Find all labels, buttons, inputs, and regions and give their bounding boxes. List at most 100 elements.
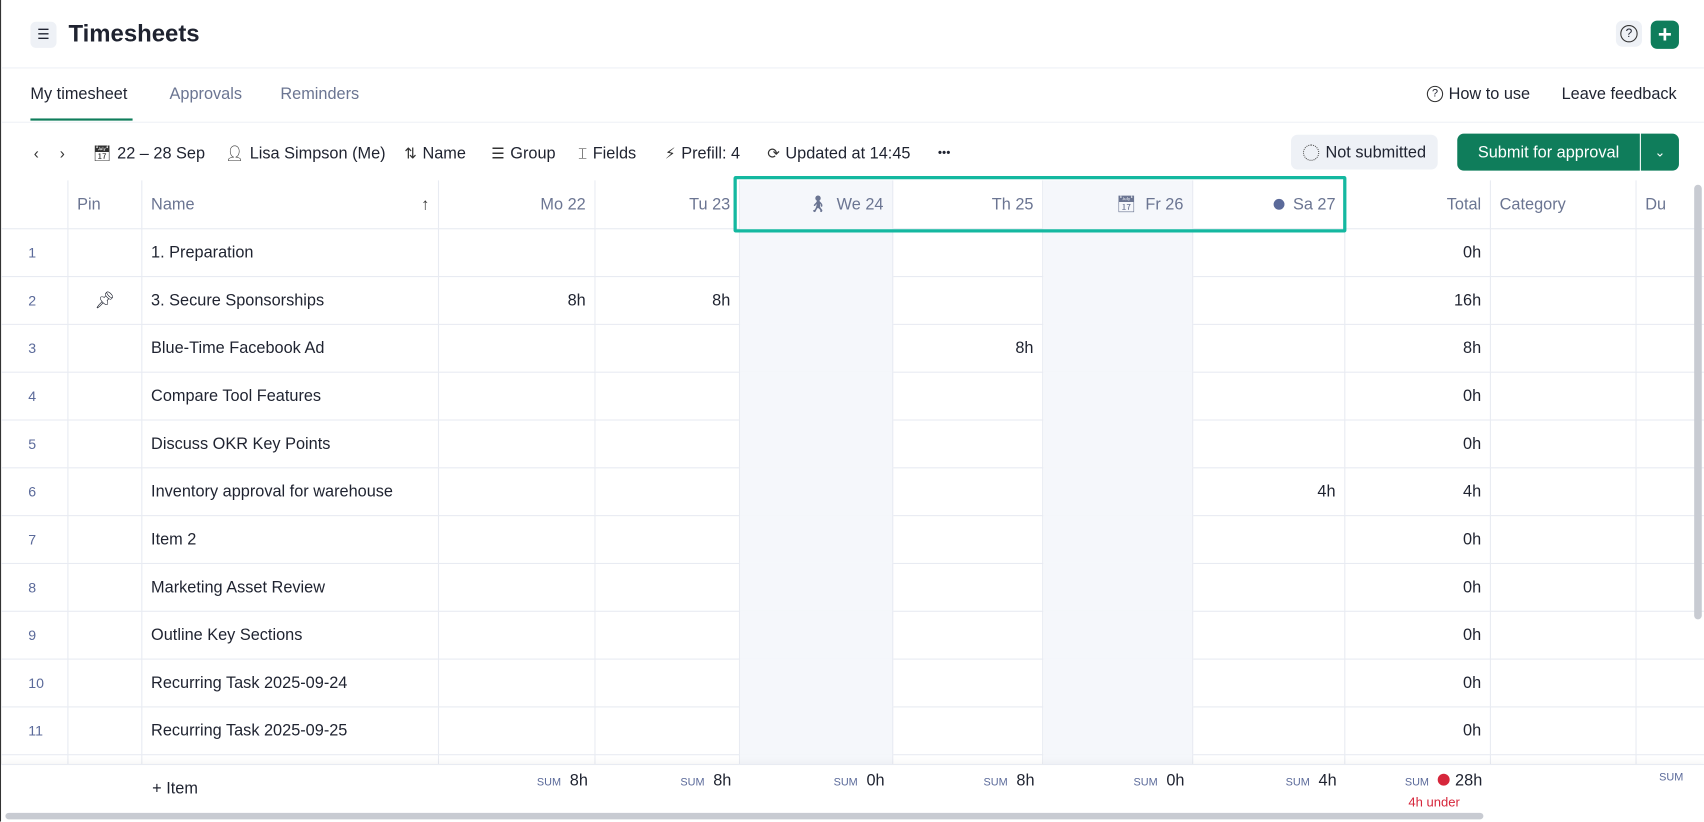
hours-cell[interactable] [1193,276,1346,324]
table-row[interactable]: 7 Item 2 0h [1,515,1704,564]
fields-button[interactable]: ⌶ Fields [578,141,636,165]
user-selector[interactable]: 👤︎ Lisa Simpson (Me) [225,141,386,165]
hours-cell[interactable] [439,658,596,707]
next-week-button[interactable]: › [60,141,65,165]
leave-feedback-link[interactable]: Leave feedback [1562,85,1677,103]
hours-cell[interactable] [893,276,1044,324]
submit-options-button[interactable]: ⌄ [1640,133,1679,171]
submit-for-approval-button[interactable]: Submit for approval [1457,133,1640,171]
pin-cell[interactable] [68,371,143,420]
hours-cell[interactable] [893,515,1044,563]
pin-cell[interactable] [68,610,143,659]
hours-cell[interactable] [1043,515,1194,563]
hours-cell[interactable] [596,228,741,277]
task-name[interactable]: Compare Tool Features [142,371,440,420]
column-header-day[interactable]: Sa 27 [1193,180,1346,229]
horizontal-scrollbar[interactable] [5,812,1484,820]
hours-cell[interactable] [740,706,894,755]
table-row[interactable]: 1 1. Preparation 0h [1,228,1704,278]
task-name[interactable]: 3. Secure Sponsorships [142,276,440,324]
refresh-button[interactable]: ⟳ Updated at 14:45 [767,141,910,165]
hours-cell[interactable] [439,371,596,420]
menu-button[interactable]: ☰ [30,21,57,48]
hours-cell[interactable] [596,562,741,611]
hours-cell[interactable] [1043,562,1194,611]
task-name[interactable]: Discuss OKR Key Points [142,419,440,468]
hours-cell[interactable] [596,323,741,372]
task-name[interactable]: Blue-Time Facebook Ad [142,323,440,372]
hours-cell[interactable] [439,515,596,563]
hours-cell[interactable] [596,515,741,563]
hours-cell[interactable] [1043,228,1194,277]
hours-cell[interactable] [596,706,741,755]
prefill-button[interactable]: ⚡︎ Prefill: 4 [665,141,740,165]
hours-cell[interactable] [1193,562,1346,611]
column-header-day[interactable]: 🚶︎ We 24 [740,180,894,229]
hours-cell[interactable] [439,419,596,468]
column-header-day[interactable]: Tu 23 [596,180,741,229]
hours-cell[interactable] [439,467,596,516]
hours-cell[interactable] [893,371,1044,420]
add-button[interactable]: + [1650,20,1679,49]
hours-cell[interactable] [740,419,894,468]
hours-cell[interactable] [596,467,741,516]
pin-cell[interactable] [68,515,143,563]
add-item-button[interactable]: + Item [152,779,198,797]
hours-cell[interactable]: 4h [1193,467,1346,516]
task-name[interactable]: Recurring Task 2025-09-24 [142,658,440,707]
table-row[interactable]: 10 Recurring Task 2025-09-24 0h [1,658,1704,708]
hours-cell[interactable] [1043,276,1194,324]
hours-cell[interactable] [893,562,1044,611]
hours-cell[interactable] [740,371,894,420]
column-header-total[interactable]: Total [1345,180,1491,229]
hours-cell[interactable] [893,610,1044,659]
hours-cell[interactable] [740,562,894,611]
column-header-day[interactable]: 📅︎ Fr 26 [1043,180,1194,229]
task-name[interactable]: Item 2 [142,515,440,563]
table-row[interactable]: 6 Inventory approval for warehouse 4h 4h [1,467,1704,517]
sort-button[interactable]: ⇅ Name [404,141,466,165]
task-name[interactable]: Recurring Task 2025-09-25 [142,706,440,755]
extra-cell[interactable] [1637,610,1704,659]
task-name[interactable]: 1. Preparation [142,228,440,277]
task-name[interactable]: Outline Key Sections [142,610,440,659]
table-row[interactable]: 3 Blue-Time Facebook Ad 8h 8h [1,323,1704,373]
hours-cell[interactable] [1043,706,1194,755]
task-name[interactable]: Inventory approval for warehouse [142,467,440,516]
help-button[interactable]: ? [1615,20,1643,47]
extra-cell[interactable] [1637,658,1704,707]
category-cell[interactable] [1491,371,1637,420]
hours-cell[interactable] [740,610,894,659]
category-cell[interactable] [1491,562,1637,611]
tab-reminders[interactable]: Reminders [280,85,359,103]
hours-cell[interactable] [1043,658,1194,707]
table-row[interactable]: 8 Marketing Asset Review 0h [1,562,1704,612]
pin-cell[interactable] [68,562,143,611]
hours-cell[interactable] [596,419,741,468]
how-to-use-link[interactable]: ? How to use [1426,85,1530,103]
column-header-pin[interactable]: Pin [68,180,143,229]
date-range-picker[interactable]: 📅︎ 22 – 28 Sep [92,141,205,165]
hours-cell[interactable] [740,276,894,324]
hours-cell[interactable] [1193,323,1346,372]
hours-cell[interactable] [439,706,596,755]
hours-cell[interactable] [439,323,596,372]
column-header-category[interactable]: Category [1491,180,1637,229]
category-cell[interactable] [1491,419,1637,468]
hours-cell[interactable]: 8h [893,323,1044,372]
hours-cell[interactable] [596,658,741,707]
hours-cell[interactable] [893,419,1044,468]
hours-cell[interactable] [740,515,894,563]
group-button[interactable]: ☰ Group [491,141,555,165]
table-row[interactable]: 2 📌︎ 3. Secure Sponsorships 8h 8h 16h [1,276,1704,325]
hours-cell[interactable] [439,562,596,611]
category-cell[interactable] [1491,323,1637,372]
hours-cell[interactable]: 8h [596,276,741,324]
pin-cell[interactable] [68,706,143,755]
hours-cell[interactable] [1193,610,1346,659]
hours-cell[interactable] [740,467,894,516]
pin-cell[interactable] [68,419,143,468]
hours-cell[interactable] [1193,371,1346,420]
column-header-day[interactable]: Mo 22 [439,180,596,229]
hours-cell[interactable] [1193,658,1346,707]
